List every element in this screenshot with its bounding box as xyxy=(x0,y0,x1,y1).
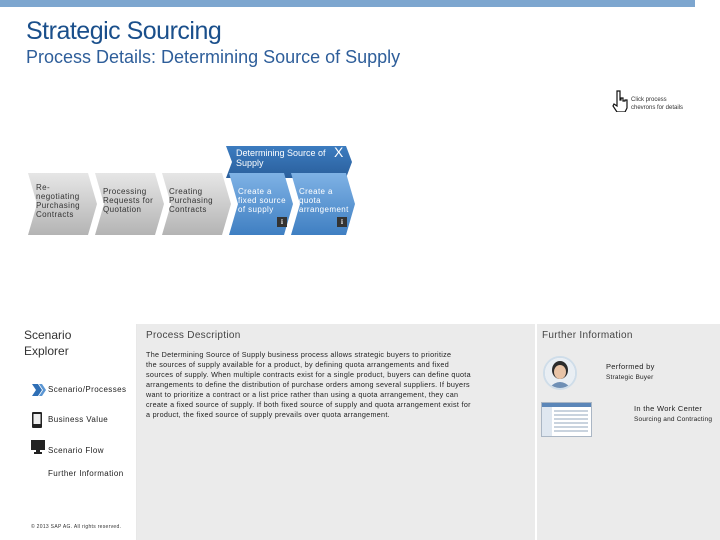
nav-label: Business Value xyxy=(48,415,109,424)
work-center-thumbnail[interactable] xyxy=(541,402,592,437)
chevron-label-renegotiating: Re- negotiating Purchasing Contracts xyxy=(36,183,80,219)
label-line: of supply xyxy=(238,205,274,214)
explorer-title-line: Scenario xyxy=(24,328,72,342)
hand-pointer-icon xyxy=(612,90,628,112)
label-line: Requests for xyxy=(103,196,154,205)
label-line: Purchasing xyxy=(36,201,81,210)
hint-line-1: Click process xyxy=(631,97,667,103)
avatar xyxy=(543,356,577,390)
page-subtitle: Process Details: Determining Source of S… xyxy=(26,47,401,67)
chevron-label-creating: Creating Purchasing Contracts xyxy=(169,187,213,214)
top-accent-bar xyxy=(0,0,695,7)
mobile-device-icon xyxy=(32,412,42,428)
label-line: Quotation xyxy=(103,205,142,214)
page-title: Strategic Sourcing xyxy=(26,17,222,45)
label-line: Purchasing xyxy=(169,196,214,205)
info-icon[interactable]: i xyxy=(337,217,347,227)
hint-line-2: chevrons for details xyxy=(631,105,684,111)
nav-label: Further Information xyxy=(48,469,124,478)
label-line: quota xyxy=(299,196,322,205)
description-line: sources of supply. When multiple contrac… xyxy=(146,370,471,379)
explorer-title-line: Explorer xyxy=(24,344,69,358)
chevrons-icon xyxy=(32,384,46,396)
screen-preview-icon xyxy=(542,403,591,436)
phase-title: Determining Source of Supply xyxy=(236,148,326,168)
phase-title-line: Determining Source of xyxy=(236,148,326,158)
phase-title-line: Supply xyxy=(236,158,264,168)
chevron-label-quota: Create a quota arrangement xyxy=(299,187,349,214)
description-line: a product, the fixed source of supply pr… xyxy=(146,410,390,419)
work-center-value: Sourcing and Contracting xyxy=(634,416,713,423)
nav-item-scenario-processes[interactable]: Scenario/Processes xyxy=(31,382,137,398)
phase-close-icon[interactable]: X xyxy=(334,145,343,159)
document-icon xyxy=(31,463,43,477)
description-line: The Determining Source of Supply busines… xyxy=(146,350,452,359)
label-line: Create a xyxy=(299,187,333,196)
label-line: Contracts xyxy=(169,205,207,214)
nav-item-further-information[interactable]: Further Information xyxy=(31,463,137,479)
label-line: negotiating xyxy=(36,192,80,201)
nav-label: Scenario Flow xyxy=(48,446,104,455)
label-line: fixed source xyxy=(238,196,286,205)
hint-text: Click process chevrons for details xyxy=(631,96,683,112)
description-line: arrangements to define the distribution … xyxy=(146,380,470,389)
label-line: arrangement xyxy=(299,205,349,214)
chevron-label-rfq: Processing Requests for Quotation xyxy=(103,187,153,214)
description-line: want to prioritize a contract or a list … xyxy=(146,390,459,399)
performed-by-value: Strategic Buyer xyxy=(606,374,654,381)
info-icon[interactable]: i xyxy=(277,217,287,227)
label-line: Re- xyxy=(36,183,51,192)
copyright-text: © 2013 SAP AG. All rights reserved. xyxy=(31,524,122,530)
chevron-label-fixed-source: Create a fixed source of supply xyxy=(238,187,286,214)
process-description-title: Process Description xyxy=(146,330,241,341)
description-line: the sources of supply available for a pr… xyxy=(146,360,449,369)
nav-item-scenario-flow[interactable]: Scenario Flow xyxy=(31,440,137,456)
description-line: create a fixed source of supply. If both… xyxy=(146,400,471,409)
monitor-icon xyxy=(31,440,45,454)
work-center-label: In the Work Center xyxy=(634,404,703,413)
person-icon xyxy=(545,358,575,388)
scenario-explorer-title: Scenario Explorer xyxy=(24,327,71,359)
further-information-title: Further Information xyxy=(542,330,633,341)
nav-item-business-value[interactable]: Business Value xyxy=(31,412,137,428)
label-line: Create a xyxy=(238,187,272,196)
performed-by-label: Performed by xyxy=(606,362,655,371)
label-line: Creating xyxy=(169,187,203,196)
nav-label: Scenario/Processes xyxy=(48,385,127,394)
process-description-text: The Determining Source of Supply busines… xyxy=(146,350,524,420)
label-line: Contracts xyxy=(36,210,74,219)
label-line: Processing xyxy=(103,187,147,196)
